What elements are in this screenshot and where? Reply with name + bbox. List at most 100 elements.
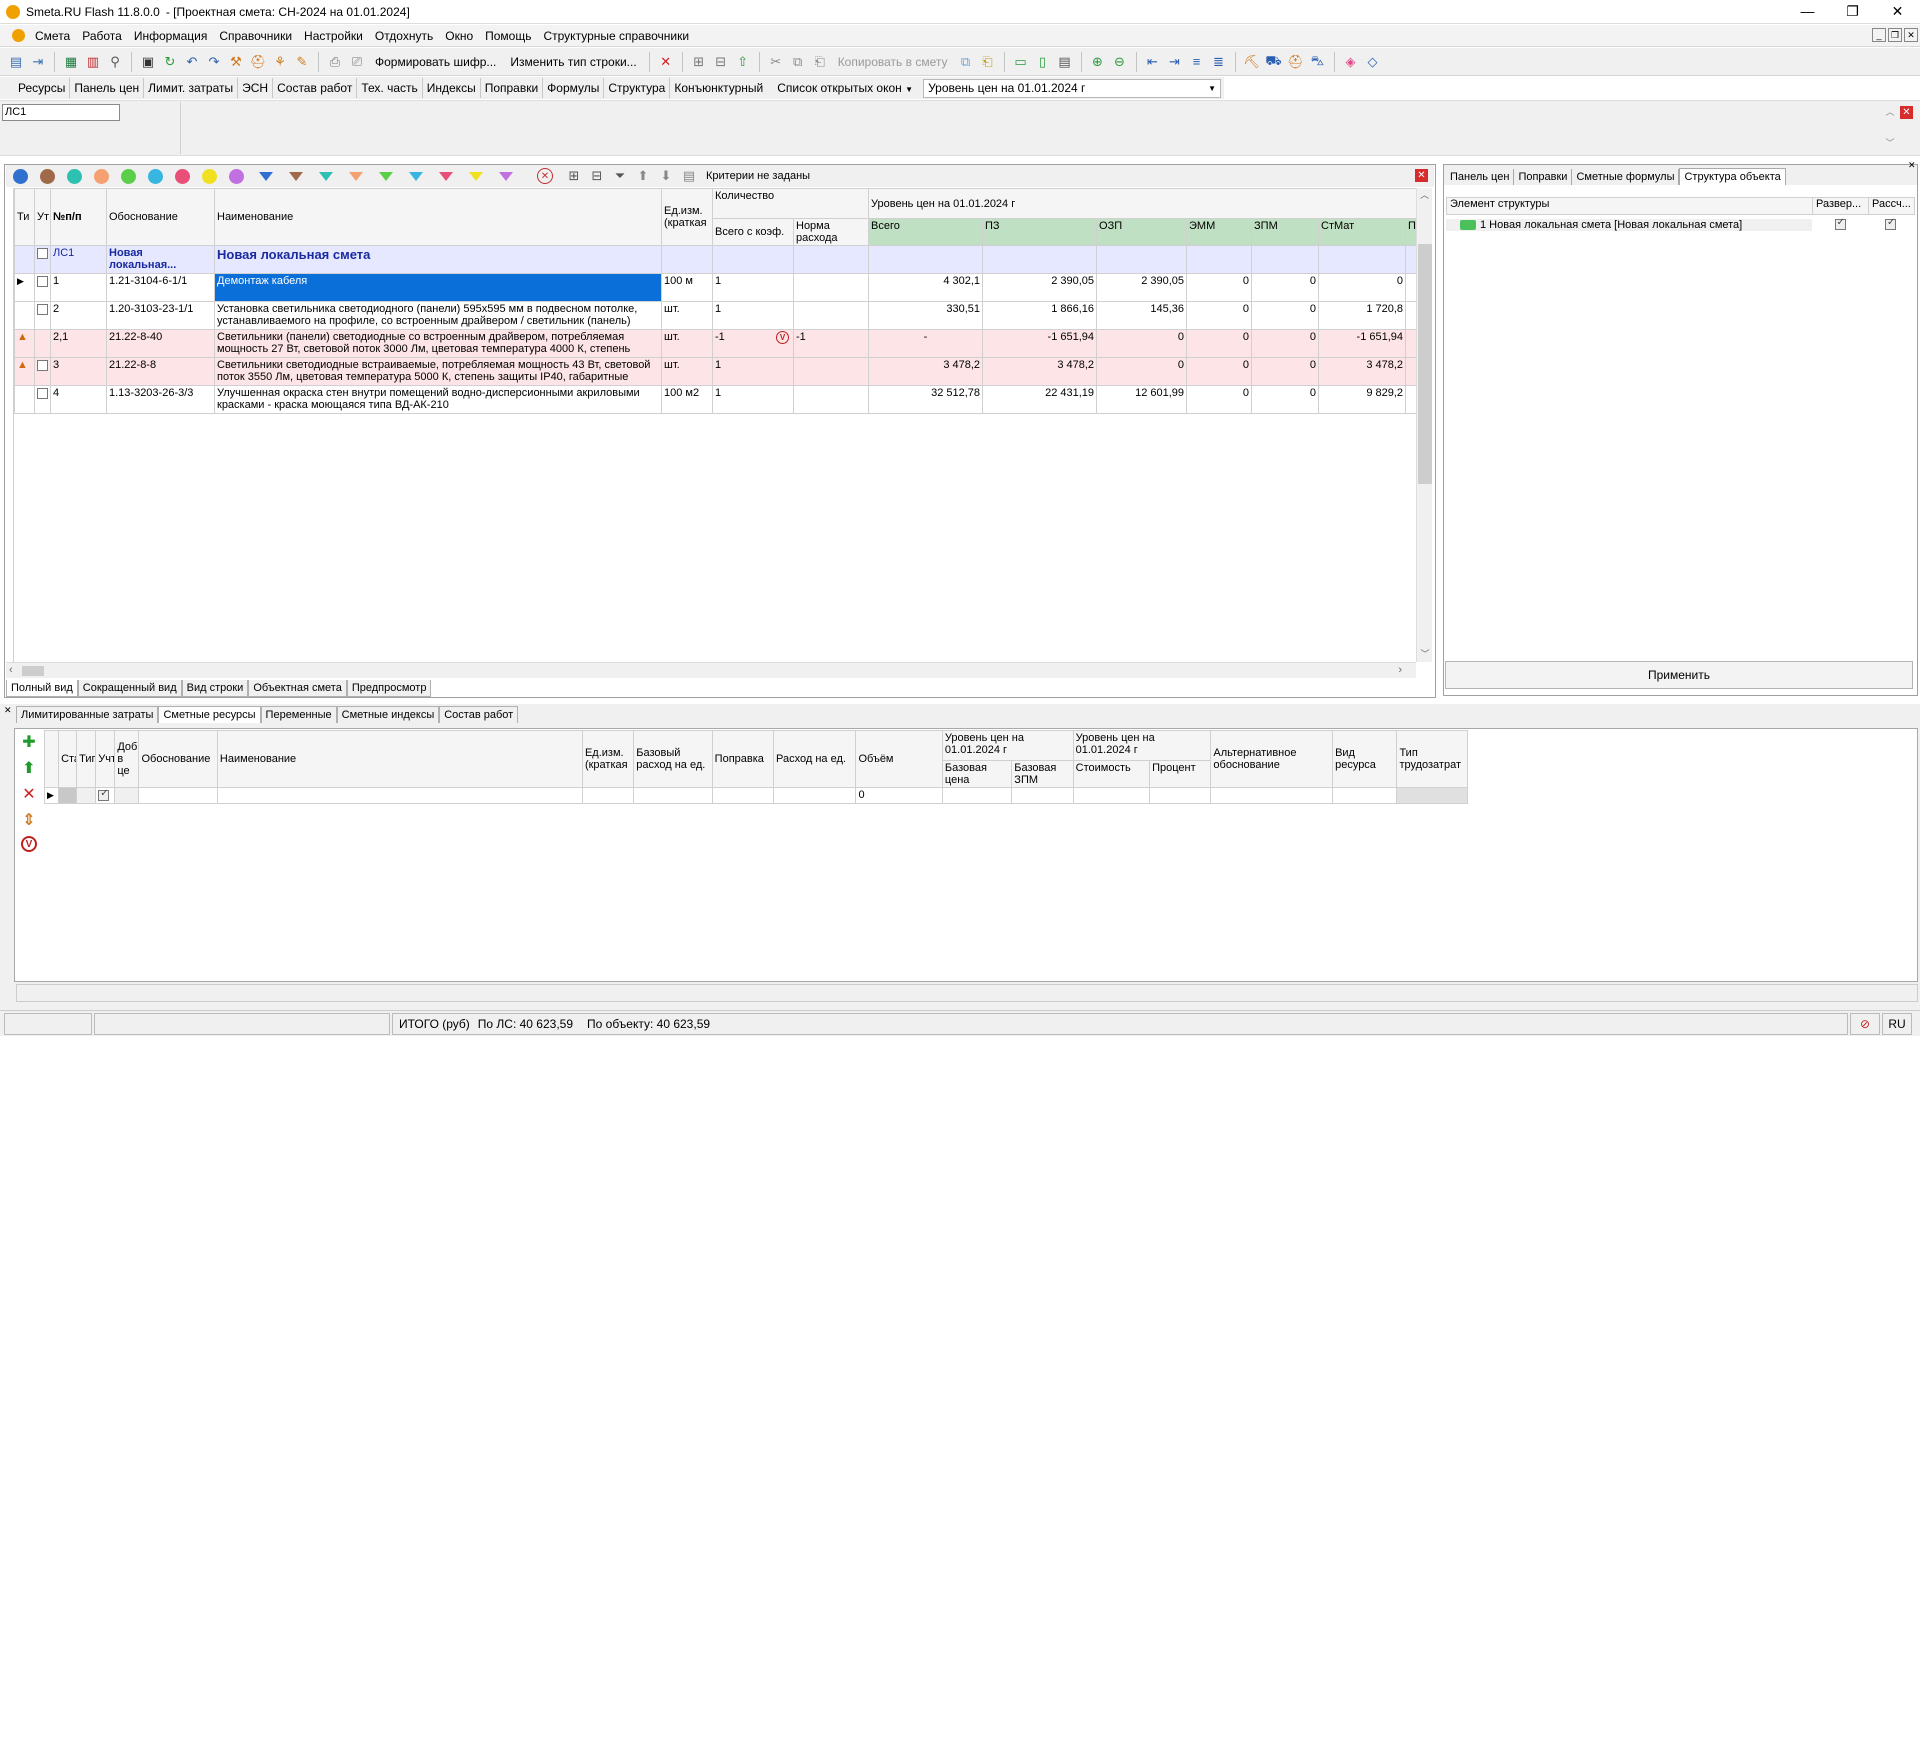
worker-icon[interactable]: ⛑ xyxy=(248,52,268,72)
col-st[interactable]: Ста xyxy=(58,730,78,788)
tab-corrections[interactable]: Поправки xyxy=(1514,169,1573,185)
grid-vertical-scrollbar[interactable]: ︿ ﹀ xyxy=(1416,188,1432,662)
sort-icon[interactable]: ⇕ xyxy=(19,810,39,830)
resources-horizontal-scrollbar[interactable] xyxy=(16,984,1918,1002)
table-row[interactable]: ЛС1 Новая локальная... Новая локальная с… xyxy=(14,245,1416,274)
truck-icon[interactable]: ⛟ xyxy=(1264,52,1284,72)
col-element[interactable]: Элемент структуры xyxy=(1447,198,1813,214)
row-checkbox[interactable] xyxy=(37,303,48,315)
close-lower-panel-icon[interactable]: ✕ xyxy=(4,705,12,716)
tree-icon[interactable]: ⚘ xyxy=(270,52,290,72)
copy-icon[interactable]: ⧉ xyxy=(788,52,808,72)
col-res-name[interactable]: Наименование xyxy=(216,730,583,788)
crane-icon[interactable]: ⛏ xyxy=(1242,52,1262,72)
resources-button[interactable]: Ресурсы xyxy=(14,78,71,98)
insert-row-icon[interactable]: ⊞ xyxy=(689,52,709,72)
chevron-up-icon[interactable]: ︿ xyxy=(1417,188,1432,201)
col-expand[interactable]: Развер... xyxy=(1813,198,1869,214)
collapse-tree-icon[interactable]: ⊖ xyxy=(1110,52,1130,72)
col-num[interactable]: №п/п xyxy=(50,188,107,246)
paste-icon[interactable]: ⎗ xyxy=(810,52,830,72)
col-calc[interactable]: Рассч... xyxy=(1869,198,1914,214)
paste-estimate-icon[interactable]: ⎗ xyxy=(978,52,998,72)
indent-icon[interactable]: ⇤ xyxy=(1143,52,1163,72)
close-panel-icon[interactable]: ✕ xyxy=(1415,169,1428,182)
col-base-price[interactable]: Базовая цена xyxy=(941,760,1013,788)
minimize-button[interactable]: — xyxy=(1785,0,1830,22)
tab-estimate-formulas[interactable]: Сметные формулы xyxy=(1572,169,1680,185)
mdi-minimize-button[interactable]: _ xyxy=(1872,28,1886,42)
row-name[interactable]: Демонтаж кабеля xyxy=(214,273,662,302)
color-filter-peach-icon[interactable] xyxy=(94,168,109,184)
mdi-close-button[interactable]: ✕ xyxy=(1904,28,1918,42)
layers-icon[interactable]: ◇ xyxy=(1363,52,1383,72)
col-zpm[interactable]: ЗПМ xyxy=(1251,218,1320,246)
funnel-teal-icon[interactable] xyxy=(319,171,333,181)
insert-below-icon[interactable]: ⊟ xyxy=(711,52,731,72)
table-row[interactable]: 4 1.13-3203-26-3/3 Улучшенная окраска ст… xyxy=(14,385,1416,414)
tab-row-view[interactable]: Вид строки xyxy=(181,680,249,697)
tab-full-view[interactable]: Полный вид xyxy=(6,680,78,697)
color-filter-cyan-icon[interactable] xyxy=(148,168,163,184)
structure-row[interactable]: 1 Новая локальная смета [Новая локальная… xyxy=(1446,216,1915,233)
col-rate[interactable]: Расход на ед. xyxy=(772,730,857,788)
tab-price-panel[interactable]: Панель цен xyxy=(1446,169,1515,185)
formulas-button[interactable]: Формулы xyxy=(543,78,605,98)
row-checkbox[interactable] xyxy=(37,387,48,399)
open-windows-dropdown[interactable]: Список открытых окон ▼ xyxy=(773,78,917,98)
move-up-green-icon[interactable]: ⬆ xyxy=(19,758,39,778)
col-volume[interactable]: Объём xyxy=(855,730,943,788)
collapse-all-icon[interactable]: ⊟ xyxy=(587,166,607,186)
funnel-pink-icon[interactable] xyxy=(439,171,453,181)
book-icon[interactable]: ▭ xyxy=(1011,52,1031,72)
conjunctural-button[interactable]: Конъюнктурный xyxy=(670,78,767,98)
chevron-left-icon[interactable]: ‹ xyxy=(9,664,13,676)
table-row[interactable]: 2 1.20-3103-23-1/1 Установка светильника… xyxy=(14,301,1416,330)
col-quantity[interactable]: Количество xyxy=(711,188,870,219)
menu-okno[interactable]: Окно xyxy=(439,29,479,43)
color-filter-blue-icon[interactable] xyxy=(13,168,28,184)
col-unit[interactable]: Ед.изм. (краткая xyxy=(661,188,713,246)
indexes-button[interactable]: Индексы xyxy=(423,78,481,98)
worker-hat-icon[interactable]: ⛑ xyxy=(1286,52,1306,72)
expand-checkbox[interactable] xyxy=(1834,217,1846,231)
grid-horizontal-scrollbar[interactable]: ‹ › xyxy=(6,662,1416,678)
copy-to-estimate-button[interactable]: Копировать в смету xyxy=(832,55,954,69)
coef-marker-icon[interactable]: V xyxy=(776,331,789,344)
menu-strukturnye[interactable]: Структурные справочники xyxy=(537,29,695,43)
delete-icon[interactable]: ✕ xyxy=(656,52,676,72)
outdent-icon[interactable]: ≡ xyxy=(1187,52,1207,72)
funnel-violet-icon[interactable] xyxy=(499,171,513,181)
tab-object-estimate[interactable]: Объектная смета xyxy=(248,680,347,697)
tab-object-structure[interactable]: Структура объекта xyxy=(1679,168,1786,185)
color-filter-yellow-icon[interactable] xyxy=(202,168,217,184)
color-filter-teal-icon[interactable] xyxy=(67,168,82,184)
coefficient-icon[interactable]: V xyxy=(21,836,37,852)
color-filter-green-icon[interactable] xyxy=(121,168,136,184)
col-res-unit[interactable]: Ед.изм. (краткая xyxy=(581,730,635,788)
col-labor-type[interactable]: Тип трудозатрат xyxy=(1396,730,1468,788)
price-panel-button[interactable]: Панель цен xyxy=(70,78,145,98)
col-price-level[interactable]: Уровень цен на 01.01.2024 г xyxy=(868,188,1416,219)
col-cost[interactable]: Стоимость xyxy=(1072,760,1151,788)
redo-icon[interactable]: ↷ xyxy=(204,52,224,72)
language-indicator[interactable]: RU xyxy=(1882,1012,1912,1035)
resource-icon[interactable]: ⚒ xyxy=(226,52,246,72)
pdf-icon[interactable]: ▥ xyxy=(83,52,103,72)
funnel-cyan-icon[interactable] xyxy=(409,171,423,181)
doc-green-icon[interactable]: ▯ xyxy=(1033,52,1053,72)
refresh-icon[interactable]: ↻ xyxy=(160,52,180,72)
expand-tree-icon[interactable]: ⊕ xyxy=(1088,52,1108,72)
col-ozp[interactable]: ОЗП xyxy=(1096,218,1188,246)
chevron-up-icon[interactable]: ︿ xyxy=(1885,105,1894,118)
col-pr[interactable]: Пр xyxy=(1405,218,1416,246)
col-res-kind[interactable]: Вид ресурса xyxy=(1332,730,1398,788)
uch-checkbox[interactable] xyxy=(98,789,110,801)
copy-estimate-icon[interactable]: ⧉ xyxy=(956,52,976,72)
col-correction[interactable]: Поправка xyxy=(711,730,775,788)
indent-more-icon[interactable]: ⇥ xyxy=(1165,52,1185,72)
limit-costs-button[interactable]: Лимит. затраты xyxy=(144,78,239,98)
excel-icon[interactable]: ▦ xyxy=(61,52,81,72)
col-uch[interactable]: Учт xyxy=(95,730,116,788)
arrow-down-icon[interactable]: ⬇ xyxy=(656,166,676,186)
